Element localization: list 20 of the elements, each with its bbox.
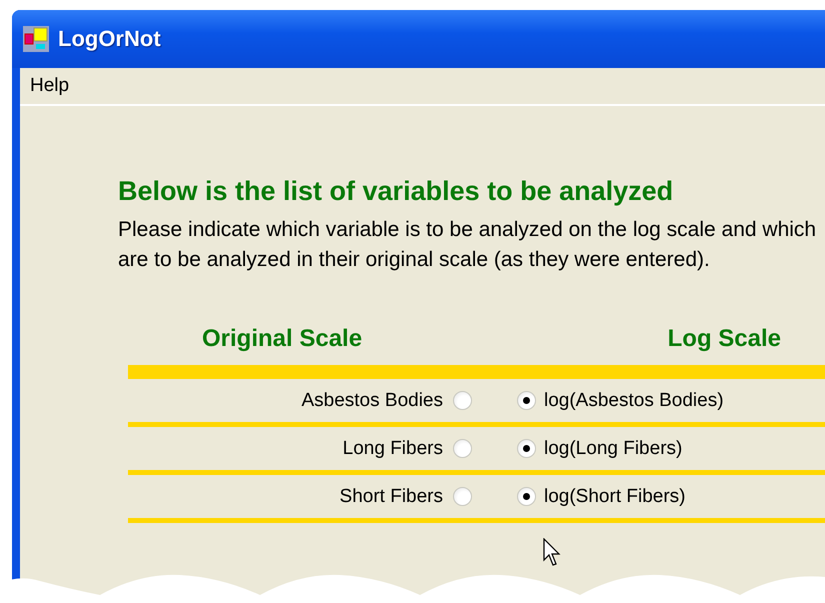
heading: Below is the list of variables to be analyzed [118, 176, 674, 207]
radio-button[interactable] [517, 391, 536, 410]
column-header: Log Scale [668, 325, 781, 353]
radio-button[interactable] [517, 487, 536, 506]
variable-label: log(Asbestos Bodies) [544, 390, 724, 412]
variable-label: log(Short Fibers) [544, 486, 686, 508]
radio-button[interactable] [453, 487, 472, 506]
radio-button[interactable] [453, 391, 472, 410]
instructions: Please indicate which variable is to be analyzed on the log scale and which are to be analyzed in their original scale (as they were entered). [118, 217, 818, 273]
radio-button[interactable] [453, 439, 472, 458]
variable-label: Long Fibers [342, 438, 444, 460]
variable-label: Short Fibers [338, 486, 444, 508]
app-icon [22, 25, 50, 53]
menu-item[interactable]: Help [28, 73, 72, 99]
window-title: LogOrNot [58, 26, 161, 52]
radio-button[interactable] [517, 439, 536, 458]
column-header: Original Scale [202, 325, 362, 353]
variable-label: Asbestos Bodies [300, 390, 444, 412]
mouse-pointer-icon [543, 538, 563, 568]
variable-label: log(Long Fibers) [544, 438, 682, 460]
